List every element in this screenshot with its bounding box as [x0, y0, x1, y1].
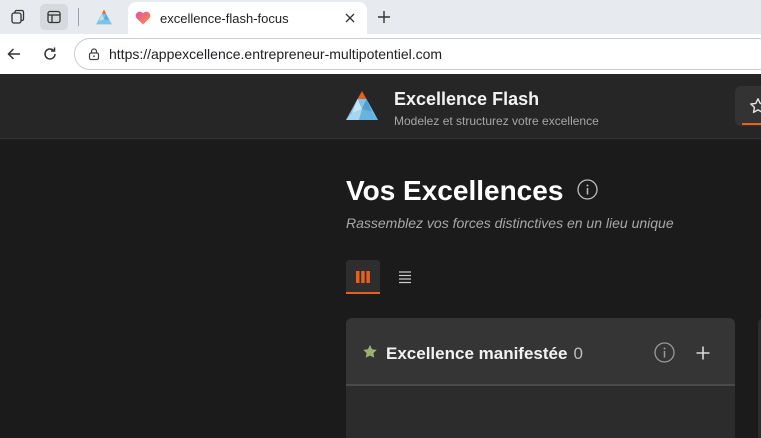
tab-separator [78, 8, 79, 26]
column-title: Excellence manifestée 0 [386, 344, 583, 364]
heart-gradient-icon [134, 9, 152, 27]
page-title: Vos Excellences [346, 175, 564, 206]
tab-active[interactable]: excellence-flash-focus [128, 2, 367, 34]
tab-actions-icon[interactable] [40, 4, 68, 30]
list-icon [399, 271, 411, 284]
board-view-button[interactable] [346, 260, 380, 294]
site-info-lock-icon[interactable] [85, 45, 103, 63]
column-count: 0 [573, 344, 583, 363]
plus-icon [696, 346, 709, 359]
address-bar[interactable]: https://appexcellence.entrepreneur-multi… [74, 38, 761, 70]
header-active-underline [742, 123, 761, 125]
browser-tab-bar: excellence-flash-focus [0, 0, 761, 34]
star-icon [363, 345, 377, 358]
app-logo-icon [346, 91, 378, 120]
back-arrow-icon[interactable] [0, 40, 28, 68]
info-icon[interactable] [577, 179, 598, 200]
columns-icon [356, 271, 370, 283]
app-root: Excellence Flash Modelez et structurez v… [0, 74, 761, 438]
excellence-column: Excellence manifestée 0 [346, 318, 735, 438]
reload-icon[interactable] [36, 40, 64, 68]
app-logo-icon [96, 9, 112, 25]
view-active-underline [346, 292, 380, 294]
tab-title: excellence-flash-focus [160, 10, 289, 26]
close-icon[interactable] [339, 7, 361, 29]
add-card-button[interactable] [692, 342, 713, 363]
column-title-text: Excellence manifestée [386, 344, 568, 363]
brand-title: Excellence Flash [394, 89, 540, 109]
favorites-button[interactable] [735, 86, 761, 126]
tab-inactive[interactable] [86, 4, 122, 30]
url-text: https://appexcellence.entrepreneur-multi… [109, 46, 443, 62]
app-header: Excellence Flash Modelez et structurez v… [0, 74, 761, 139]
page-subtitle: Rassemblez vos forces distinctives en un… [346, 215, 674, 231]
column-header: Excellence manifestée 0 [346, 318, 735, 386]
browser-toolbar: https://appexcellence.entrepreneur-multi… [0, 34, 761, 74]
star-outline-icon [750, 98, 761, 114]
new-tab-plus-icon[interactable] [372, 5, 396, 29]
workspaces-icon[interactable] [4, 4, 32, 30]
info-icon[interactable] [654, 342, 675, 363]
list-view-button[interactable] [388, 260, 422, 294]
brand-subtitle: Modelez et structurez votre excellence [394, 114, 599, 128]
